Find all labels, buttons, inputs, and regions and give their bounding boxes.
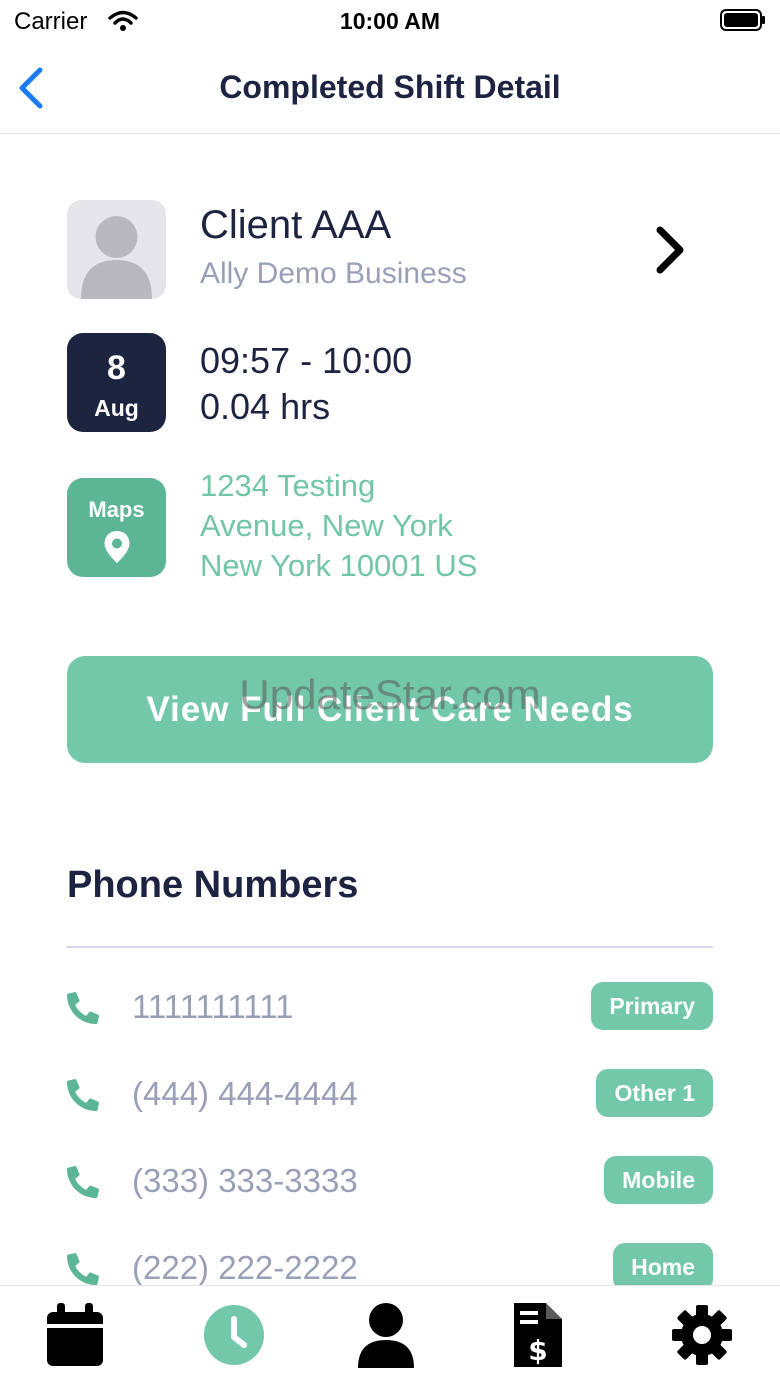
phone-number: 1111111111 [132, 988, 294, 1025]
divider [67, 946, 713, 948]
shift-date-badge: 8 Aug [67, 333, 166, 432]
phone-type-badge: Home [613, 1243, 713, 1291]
phone-numbers-heading: Phone Numbers [67, 864, 359, 906]
status-time: 10:00 AM [339, 8, 441, 34]
status-bar: Carrier 10:00 AM [0, 0, 780, 44]
tab-settings[interactable] [670, 1300, 734, 1370]
battery-icon [720, 9, 766, 31]
navigation-bar: Completed Shift Detail [0, 44, 780, 134]
tab-profile[interactable] [354, 1300, 418, 1370]
shift-hours: 0.04 hrs [200, 386, 331, 427]
view-care-needs-button[interactable]: View Full Client Care Needs [67, 656, 713, 763]
tab-schedule[interactable] [43, 1300, 107, 1370]
phone-number: (333) 333-3333 [132, 1162, 358, 1199]
shift-day: 8 [107, 349, 126, 387]
page-title: Completed Shift Detail [219, 69, 561, 105]
phone-icon [67, 1079, 99, 1111]
phone-icon [67, 1166, 99, 1198]
map-pin-icon [104, 531, 130, 563]
phone-number: (222) 222-2222 [132, 1249, 358, 1286]
client-detail-button[interactable] [648, 222, 692, 278]
person-placeholder-icon [81, 216, 152, 299]
calendar-icon [47, 1303, 103, 1366]
address-line-2: Avenue, New York [200, 508, 453, 543]
phone-icon [67, 1253, 99, 1285]
address-line-3: New York 10001 US [200, 548, 478, 583]
address-link[interactable]: 1234 Testing Avenue, New York New York 1… [200, 466, 600, 586]
tab-bar: $ [0, 1285, 780, 1388]
shift-time-range: 09:57 - 10:00 [200, 340, 413, 381]
person-icon [358, 1303, 414, 1368]
phone-type-badge: Mobile [604, 1156, 713, 1204]
invoice-icon: $ [514, 1303, 562, 1367]
tab-invoices[interactable]: $ [506, 1300, 570, 1370]
clock-icon [204, 1305, 264, 1365]
client-business: Ally Demo Business [200, 257, 467, 290]
maps-button[interactable]: Maps [67, 478, 166, 577]
phone-row-mobile[interactable]: (333) 333-3333 Mobile [67, 1156, 713, 1206]
phone-row-other[interactable]: (444) 444-4444 Other 1 [67, 1069, 713, 1119]
phone-icon [67, 992, 99, 1024]
phone-row-primary[interactable]: 1111111111 Primary [67, 982, 713, 1032]
avatar [67, 200, 166, 299]
shift-month: Aug [94, 395, 139, 421]
client-name: Client AAA [200, 203, 392, 247]
svg-text:$: $ [528, 1334, 547, 1367]
phone-type-badge: Other 1 [596, 1069, 713, 1117]
phone-number: (444) 444-4444 [132, 1075, 358, 1112]
maps-label: Maps [88, 497, 145, 522]
address-line-1: 1234 Testing [200, 468, 376, 503]
chevron-right-icon [656, 226, 684, 274]
gear-icon [672, 1305, 732, 1365]
phone-type-badge: Primary [591, 982, 713, 1030]
tab-shifts[interactable] [202, 1300, 266, 1370]
